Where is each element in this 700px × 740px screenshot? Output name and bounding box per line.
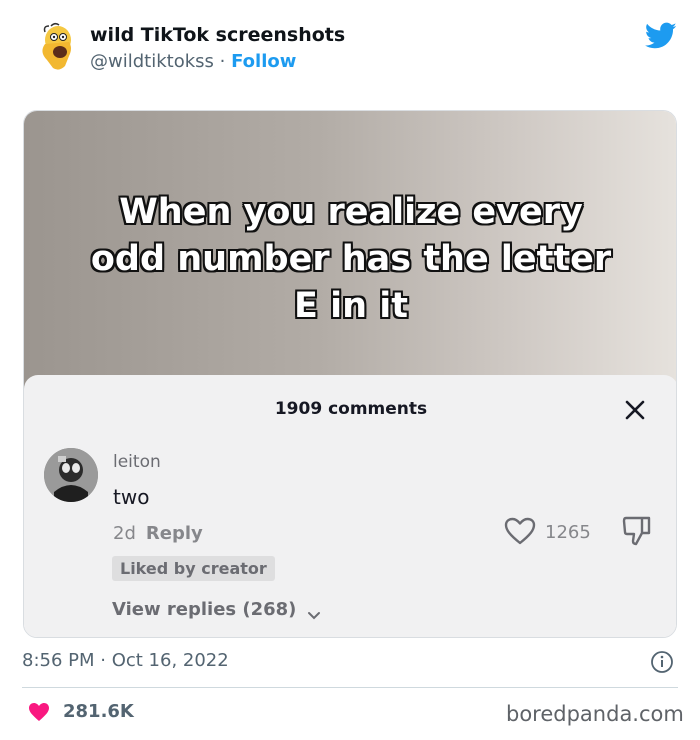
twitter-bird-icon[interactable] — [644, 22, 677, 50]
liked-by-creator-badge: Liked by creator — [112, 556, 275, 581]
caption-line: odd number has the letter — [90, 239, 612, 279]
tweet-timestamp[interactable]: 8:56 PM · Oct 16, 2022 — [22, 650, 229, 671]
comment-username[interactable]: leiton — [113, 452, 161, 472]
view-replies-label: View replies (268) — [112, 599, 297, 620]
comments-count: 1909 comments — [274, 399, 428, 419]
follow-button[interactable]: Follow — [231, 51, 296, 72]
view-replies-button[interactable]: View replies (268) — [112, 599, 321, 620]
info-icon[interactable] — [650, 650, 674, 674]
author-name[interactable]: wild TikTok screenshots — [90, 24, 345, 46]
tweet-header: wild TikTok screenshots @wildtiktokss · … — [0, 0, 700, 100]
author-handle[interactable]: @wildtiktokss — [90, 51, 214, 72]
commenter-avatar[interactable] — [44, 448, 98, 502]
handle-separator: · — [219, 51, 226, 72]
reply-button[interactable]: Reply — [146, 523, 203, 544]
video-frame[interactable]: When you realize every odd number has th… — [24, 111, 676, 391]
caption-line: E in it — [294, 286, 408, 326]
heart-icon[interactable] — [28, 702, 50, 722]
comments-panel: 1909 comments leiton two 2d Reply Liked b… — [24, 375, 676, 637]
watermark: boredpanda.com — [506, 702, 684, 726]
video-caption: When you realize every odd number has th… — [24, 189, 676, 330]
comment-like-count: 1265 — [545, 522, 591, 543]
heart-outline-icon[interactable] — [504, 517, 536, 545]
caption-line: When you realize every — [119, 192, 583, 232]
comment-text: two — [113, 485, 150, 509]
media-card[interactable]: When you realize every odd number has th… — [23, 110, 677, 638]
chevron-down-icon — [307, 605, 321, 620]
author-handle-row: @wildtiktokss · Follow — [90, 51, 296, 72]
comment-age: 2d — [113, 523, 136, 544]
like-total: 281.6K — [63, 701, 134, 722]
author-avatar[interactable] — [33, 22, 81, 74]
dislike-icon[interactable] — [622, 515, 652, 547]
footer-divider — [22, 687, 678, 688]
comment-meta: 2d Reply — [113, 523, 203, 544]
close-icon[interactable] — [624, 399, 646, 421]
